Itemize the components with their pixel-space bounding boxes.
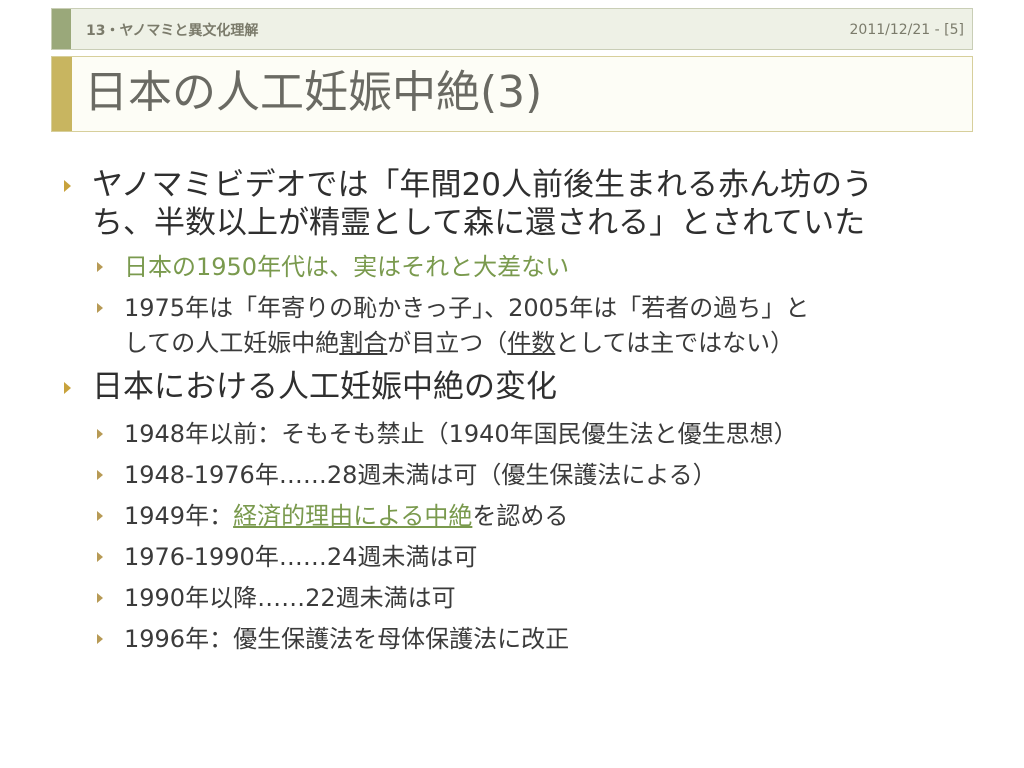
economic-reason-link[interactable]: 経済的理由による中絶	[233, 502, 472, 530]
slide: 13・ヤノマミと異文化理解 2011/12/21 - [5] 日本の人工妊娠中絶…	[0, 0, 1024, 768]
bullet-2-sub-6: 1996年：優生保護法を母体保護法に改正	[124, 625, 570, 653]
bullet-list: ヤノマミビデオでは「年間20人前後生まれる赤ん坊のう ち、半数以上が精霊として森…	[0, 0, 1024, 768]
text-segment: しての人工妊娠中絶	[124, 329, 340, 357]
text-segment: 1949年：	[124, 502, 234, 530]
underlined-term-count: 件数	[507, 329, 556, 357]
sub-bullet-marker-icon	[97, 593, 103, 603]
underlined-term-ratio: 割合	[339, 329, 388, 357]
text-segment: としては主ではない）	[555, 329, 795, 357]
bullet-marker-icon	[64, 180, 71, 192]
bullet-1-sub-2-line-2: しての人工妊娠中絶割合が目立つ（件数としては主ではない）	[124, 324, 794, 362]
sub-bullet-marker-icon	[97, 262, 103, 272]
text-segment: を認める	[472, 502, 569, 530]
sub-bullet-marker-icon	[97, 511, 103, 521]
text-segment: が目立つ（	[387, 329, 508, 357]
bullet-1-sub-1: 日本の1950年代は、実はそれと大差ない	[124, 253, 570, 281]
bullet-2-sub-4: 1976-1990年……24週未満は可	[124, 543, 478, 571]
sub-bullet-marker-icon	[97, 303, 103, 313]
sub-bullet-marker-icon	[97, 552, 103, 562]
bullet-marker-icon	[64, 382, 71, 394]
bullet-2-sub-2: 1948-1976年……28週未満は可（優生保護法による）	[124, 461, 717, 489]
bullet-1-sub-2-line-1: 1975年は「年寄りの恥かきっ子」、2005年は「若者の過ち」と	[124, 294, 810, 322]
bullet-1-line-2: ち、半数以上が精霊として森に還される」とされていた	[92, 205, 866, 241]
bullet-2-sub-1: 1948年以前：そもそも禁止（1940年国民優生法と優生思想）	[124, 420, 798, 448]
sub-bullet-marker-icon	[97, 634, 103, 644]
bullet-2-sub-5: 1990年以降……22週未満は可	[124, 584, 456, 612]
bullet-2: 日本における人工妊娠中絶の変化	[92, 369, 557, 405]
bullet-1-line-1: ヤノマミビデオでは「年間20人前後生まれる赤ん坊のう	[92, 167, 873, 203]
bullet-2-sub-3: 1949年：経済的理由による中絶を認める	[124, 497, 568, 535]
sub-bullet-marker-icon	[97, 470, 103, 480]
sub-bullet-marker-icon	[97, 429, 103, 439]
